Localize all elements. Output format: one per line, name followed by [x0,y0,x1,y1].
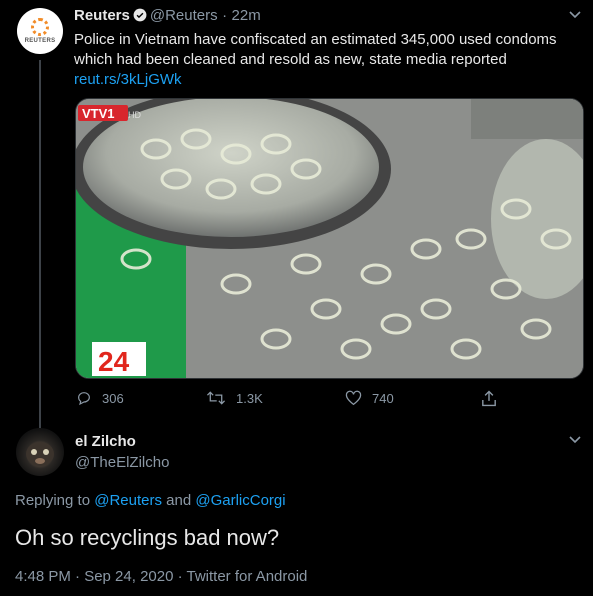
replying-prefix: Replying to [15,492,95,509]
el-zilcho-avatar[interactable] [16,428,64,476]
replying-mention-garliccorgi[interactable]: @GarlicCorgi [195,492,285,509]
like-action[interactable]: 740 [345,390,394,406]
tweet-header: Reuters @Reuters · 22m [74,7,261,25]
retweet-action[interactable]: 1.3K [206,390,263,406]
tweet-text: Police in Vietnam have confiscated an es… [74,30,564,90]
timestamp[interactable]: 4:48 PM · Sep 24, 2020 [15,568,173,585]
hd-label: HD [128,110,141,120]
share-icon [482,390,496,407]
tweet-link[interactable]: reut.rs/3kLjGWk [74,71,182,88]
tweet-time[interactable]: 22m [232,7,261,24]
like-count: 740 [372,390,394,406]
tweet-meta: 4:48 PM · Sep 24, 2020 · Twitter for And… [15,568,307,585]
reuters-logo-icon [31,18,49,36]
channel-badge: 24 [98,346,130,377]
avatar-image [26,442,54,466]
reply-icon [78,392,90,406]
header-separator: · [222,7,228,24]
meta-separator: · [173,568,187,585]
replying-to: Replying to @Reuters and @GarlicCorgi [15,492,286,509]
reuters-avatar[interactable]: REUTERS [17,8,63,54]
thread-line [39,60,41,428]
replying-mention-reuters[interactable]: @Reuters [94,492,162,509]
tweet-media-image[interactable]: VTV1 HD 24 [75,98,584,379]
verified-badge-icon [133,8,147,22]
author-name[interactable]: Reuters [74,7,130,24]
retweet-count: 1.3K [236,390,263,406]
reply-author-handle[interactable]: @TheElZilcho [75,454,169,471]
reply-author-name[interactable]: el Zilcho [75,433,136,450]
tweet-body: Police in Vietnam have confiscated an es… [74,31,557,68]
author-handle[interactable]: @Reuters [150,7,218,24]
avatar-logo-text: REUTERS [24,38,56,44]
reply-chevron-down-icon[interactable] [569,436,581,444]
reply-action[interactable]: 306 [76,390,124,406]
share-action[interactable] [481,390,497,407]
retweet-icon [206,391,226,405]
tweet-source[interactable]: Twitter for Android [187,568,308,585]
reply-text: Oh so recyclings bad now? [15,525,280,550]
reply-count: 306 [102,390,124,406]
replying-and: and [161,492,196,509]
chevron-down-icon[interactable] [569,11,581,19]
media-illustration: VTV1 HD 24 [76,99,583,378]
heart-icon [345,390,362,406]
channel-logo: VTV1 [82,106,115,121]
